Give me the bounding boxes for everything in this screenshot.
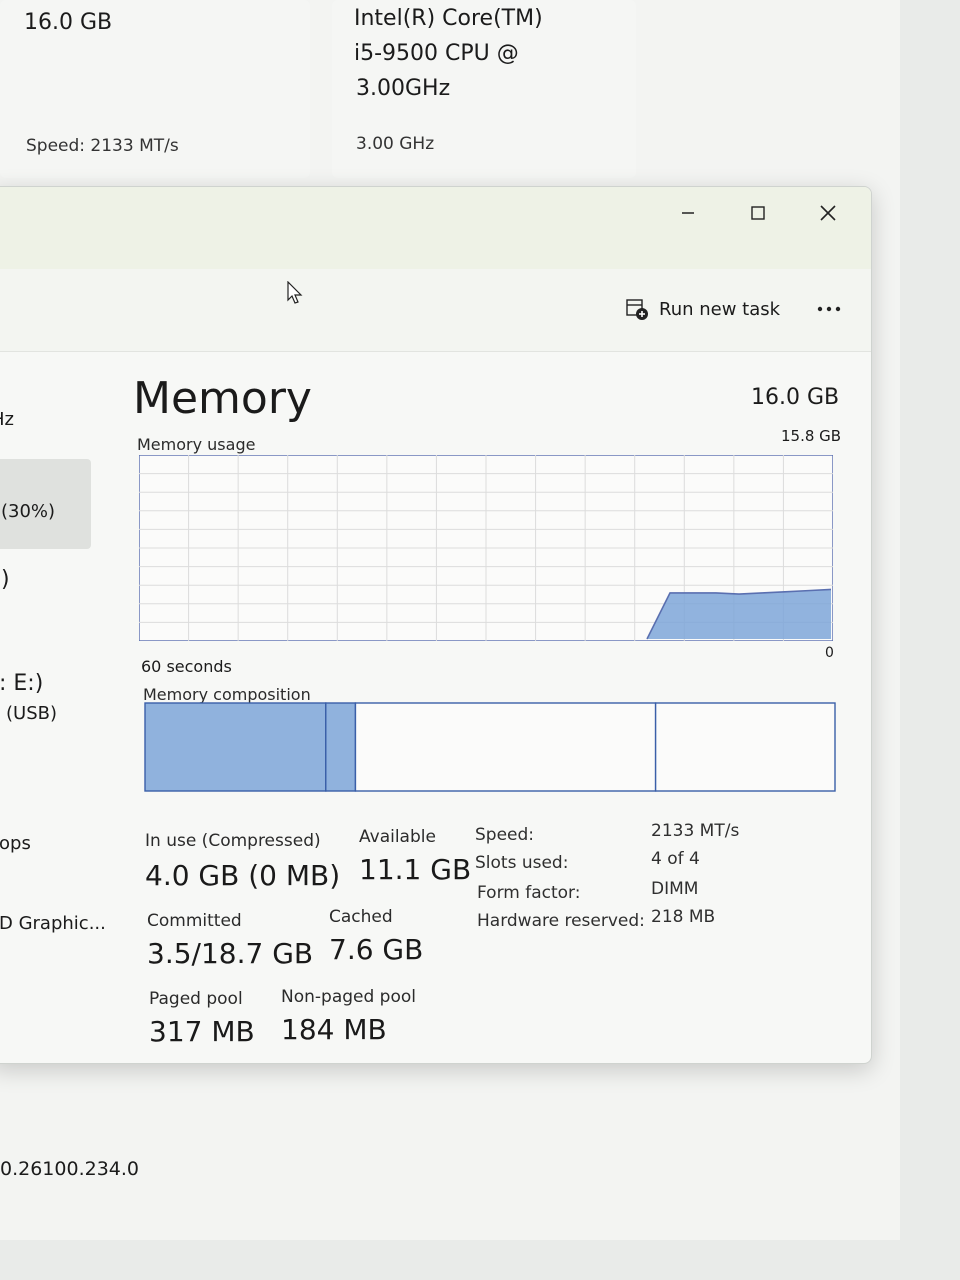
maximize-icon [751,206,765,220]
cpu-name-line2: i5-9500 CPU @ [354,41,519,66]
committed-label: Committed [147,911,242,931]
run-task-icon [626,299,648,320]
composition-segment [654,702,836,792]
memory-composition-bar [144,702,836,792]
spec-label-hw-reserved: Hardware reserved: [477,911,645,931]
cpu-name-line3: 3.00GHz [356,76,451,101]
spec-value-form-factor: DIMM [651,879,699,899]
os-version: 0.26100.234.0 [0,1158,140,1180]
cpu-card[interactable]: Intel(R) Core(TM) i5-9500 CPU @ 3.00GHz … [332,0,636,178]
close-icon [820,205,836,221]
maximize-button[interactable] [735,195,781,231]
page-title: Memory [133,373,312,424]
sidebar-fragment-paren: ) [1,567,10,592]
spec-label-speed: Speed: [475,825,535,845]
ellipsis-icon [817,306,841,312]
paged-pool-value: 317 MB [149,1015,255,1048]
memory-card[interactable]: 16.0 GB Speed: 2133 MT/s [0,0,310,178]
minimize-button[interactable] [665,195,711,231]
memory-card-speed: Speed: 2133 MT/s [26,136,179,156]
cached-value: 7.6 GB [329,933,424,966]
nonpaged-pool-label: Non-paged pool [281,987,416,1007]
memory-total: 16.0 GB [751,385,840,410]
memory-usage-max: 15.8 GB [781,427,842,445]
memory-usage-label: Memory usage [137,435,256,454]
committed-value: 3.5/18.7 GB [147,937,314,970]
cpu-name-line1: Intel(R) Core(TM) [354,6,543,31]
memory-card-value: 16.0 GB [24,10,113,35]
composition-segment [144,702,327,792]
available-label: Available [359,827,436,847]
command-bar: Run new task [0,269,871,352]
cpu-card-speed: 3.00 GHz [356,134,435,154]
memory-usage-chart [139,455,833,641]
composition-segment [325,702,357,792]
cached-label: Cached [329,907,393,927]
zero-axis-label: 0 [825,645,834,661]
run-new-task-label: Run new task [659,298,781,320]
run-new-task-button[interactable]: Run new task [625,291,780,327]
sidebar-fragment-percent: (30%) [1,501,56,522]
minimize-icon [682,212,694,214]
sidebar-fragment-gpu: D Graphic... [0,913,106,934]
sidebar-fragment-ops: ops [0,833,31,854]
close-button[interactable] [805,195,851,231]
sidebar-fragment-drive: : E:) [0,671,44,696]
available-value: 11.1 GB [359,853,472,886]
in-use-value: 4.0 GB (0 MB) [145,859,341,892]
mouse-cursor-icon [287,280,303,309]
sidebar-fragment-hz: Hz [0,409,14,430]
task-manager-window: Run new task Hz (30%) ) : E:) (USB) ops … [0,186,872,1064]
spec-label-slots: Slots used: [475,853,569,873]
paged-pool-label: Paged pool [149,989,243,1009]
spec-value-slots: 4 of 4 [651,849,700,869]
more-options-button[interactable] [811,291,847,327]
memory-usage-area [647,589,831,639]
composition-segment [354,702,657,792]
in-use-label: In use (Compressed) [145,831,321,851]
spec-value-speed: 2133 MT/s [651,821,740,841]
nonpaged-pool-value: 184 MB [281,1013,387,1046]
title-bar[interactable] [0,187,871,269]
time-axis-label: 60 seconds [141,657,232,676]
spec-label-form-factor: Form factor: [477,883,581,903]
sidebar-fragment-usb: (USB) [6,703,57,724]
spec-value-hw-reserved: 218 MB [651,907,716,927]
